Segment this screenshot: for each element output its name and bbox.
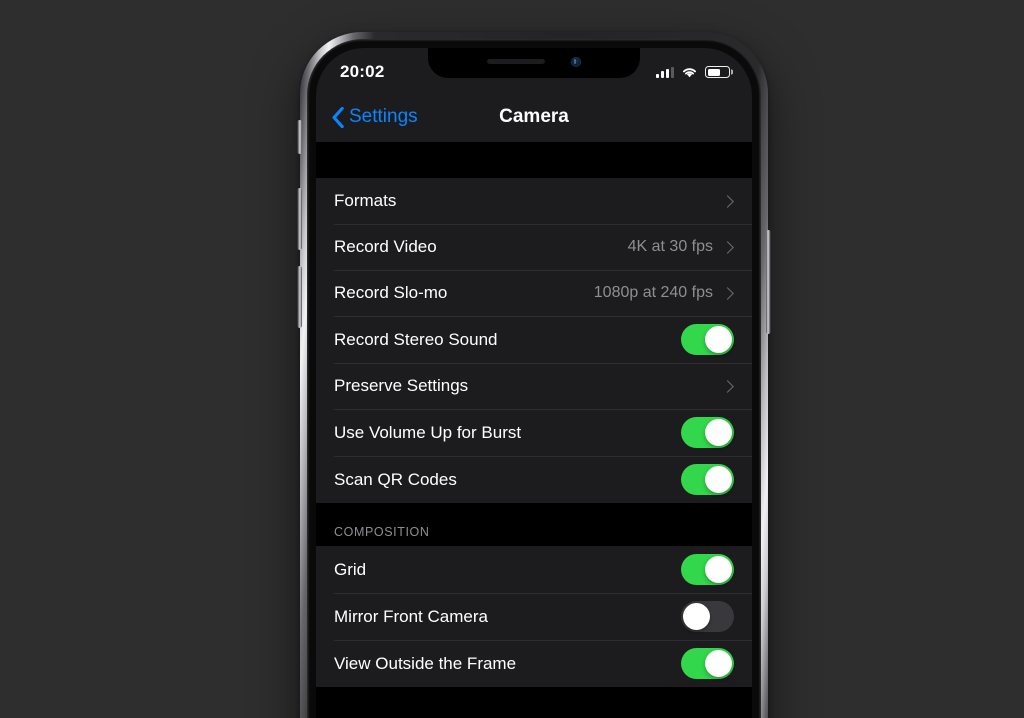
row-label: Record Slo-mo xyxy=(334,283,448,302)
settings-group-composition: Grid Mirror Front Camera View Outside th… xyxy=(316,546,752,687)
chevron-right-icon xyxy=(721,240,734,254)
row-label: View Outside the Frame xyxy=(334,653,517,673)
notch xyxy=(428,48,640,78)
back-button-label: Settings xyxy=(349,106,418,127)
cellular-signal-icon xyxy=(656,66,674,78)
row-preserve-settings[interactable]: Preserve Settings xyxy=(316,363,752,409)
earpiece-speaker-icon xyxy=(487,59,545,64)
row-record-stereo-sound[interactable]: Record Stereo Sound xyxy=(316,316,752,363)
power-button[interactable] xyxy=(766,230,771,334)
list-top-spacer xyxy=(316,142,752,178)
settings-list[interactable]: Formats Record Video 4K at 30 fps Record… xyxy=(316,142,752,718)
chevron-left-icon xyxy=(332,106,344,128)
row-label: Use Volume Up for Burst xyxy=(334,422,522,442)
row-use-volume-up-for-burst[interactable]: Use Volume Up for Burst xyxy=(316,409,752,456)
mute-switch[interactable] xyxy=(297,120,302,154)
row-label: Record Video xyxy=(334,237,437,256)
row-label: Grid xyxy=(334,559,367,579)
row-label: Preserve Settings xyxy=(334,376,469,395)
row-label: Mirror Front Camera xyxy=(334,606,488,626)
volume-up-button[interactable] xyxy=(297,188,302,250)
row-label: Record Stereo Sound xyxy=(334,329,498,349)
toggle-switch-icon[interactable] xyxy=(681,324,734,355)
toggle-switch-icon[interactable] xyxy=(681,648,734,679)
toggle-switch-icon[interactable] xyxy=(681,601,734,632)
navigation-bar: Settings Camera xyxy=(316,92,752,142)
status-bar-clock: 20:02 xyxy=(340,62,385,81)
row-label: Formats xyxy=(334,191,397,210)
wifi-icon xyxy=(682,68,697,78)
toggle-switch-icon[interactable] xyxy=(681,464,734,495)
row-detail: 1080p at 240 fps xyxy=(593,284,713,301)
battery-icon xyxy=(705,66,730,78)
row-record-slo-mo[interactable]: Record Slo-mo 1080p at 240 fps xyxy=(316,270,752,316)
row-mirror-front-camera[interactable]: Mirror Front Camera xyxy=(316,593,752,640)
row-grid[interactable]: Grid xyxy=(316,546,752,593)
volume-down-button[interactable] xyxy=(297,266,302,328)
row-record-video[interactable]: Record Video 4K at 30 fps xyxy=(316,224,752,270)
row-label: Scan QR Codes xyxy=(334,469,457,489)
chevron-right-icon xyxy=(721,194,734,208)
phone-screen: 20:02 Settings Camera Formats Record Vid… xyxy=(316,48,752,718)
settings-group-capture: Formats Record Video 4K at 30 fps Record… xyxy=(316,178,752,503)
front-camera-icon xyxy=(571,56,581,67)
section-header-composition: COMPOSITION xyxy=(316,503,752,546)
iphone-device: 20:02 Settings Camera Formats Record Vid… xyxy=(297,32,771,718)
row-formats[interactable]: Formats xyxy=(316,178,752,224)
row-scan-qr-codes[interactable]: Scan QR Codes xyxy=(316,456,752,503)
chevron-right-icon xyxy=(721,379,734,393)
status-bar-indicators xyxy=(656,62,730,78)
row-view-outside-the-frame[interactable]: View Outside the Frame xyxy=(316,640,752,687)
back-button[interactable]: Settings xyxy=(332,106,418,128)
chevron-right-icon xyxy=(721,286,734,300)
row-detail: 4K at 30 fps xyxy=(627,238,713,255)
toggle-switch-icon[interactable] xyxy=(681,417,734,448)
toggle-switch-icon[interactable] xyxy=(681,554,734,585)
